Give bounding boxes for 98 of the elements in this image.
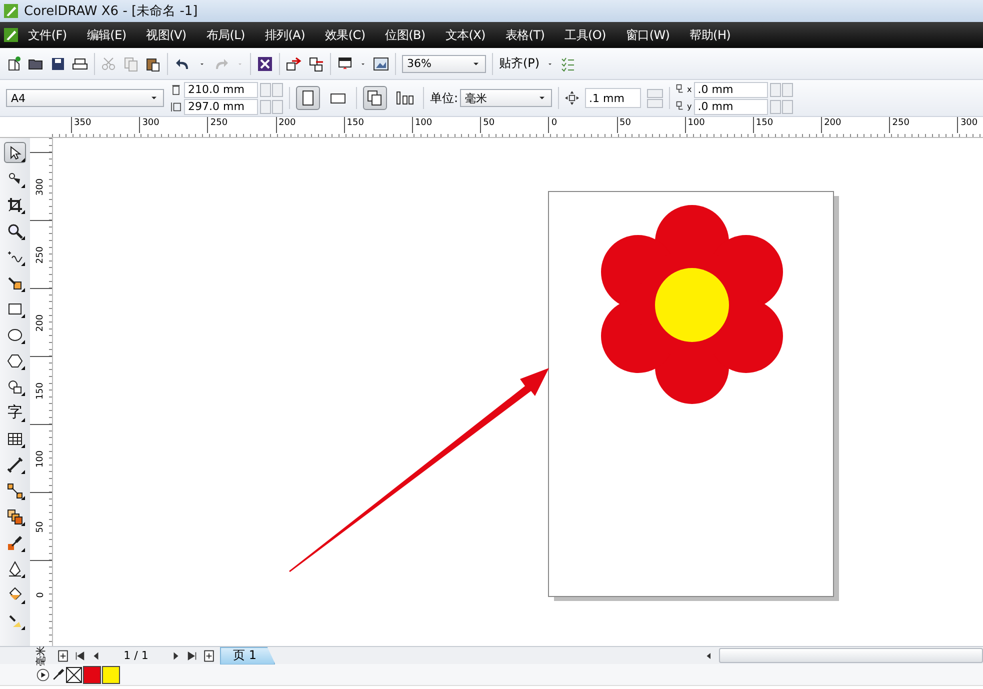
page-height-icon[interactable] xyxy=(170,100,182,114)
ruler-label: 50 xyxy=(36,520,46,532)
stacked-pages-icon xyxy=(367,90,383,106)
table-tool-icon xyxy=(7,430,23,446)
print-icon[interactable] xyxy=(72,56,88,72)
window-title: CorelDRAW X6 - [未命名 -1] xyxy=(24,3,198,20)
blend-tool-icon xyxy=(7,508,23,524)
eyedropper-tool-icon xyxy=(7,534,23,550)
menu-item[interactable]: 效果(C) xyxy=(314,26,376,44)
ruler-label: 200 xyxy=(36,314,46,332)
ruler-label: 250 xyxy=(889,117,958,133)
palette-menu-icon[interactable] xyxy=(36,668,50,682)
display-icon[interactable] xyxy=(337,56,353,72)
menu-item[interactable]: 位图(B) xyxy=(375,26,436,44)
smart-tool-icon xyxy=(7,274,23,290)
add-page-icon[interactable] xyxy=(56,648,70,662)
ruler-label: 200 xyxy=(821,117,890,133)
axis-label: x xyxy=(687,85,692,94)
menu-item[interactable]: 窗口(W) xyxy=(616,26,680,44)
nudge-icon[interactable] xyxy=(565,91,580,105)
page-height-field[interactable]: 297.0 mm xyxy=(184,98,258,114)
snap-to-menu[interactable]: 贴齐(P) xyxy=(499,55,540,72)
page-counter: 1 / 1 xyxy=(122,649,150,662)
page-width-icon[interactable] xyxy=(170,82,182,96)
all-pages-button[interactable] xyxy=(363,86,387,110)
eyedropper-icon[interactable] xyxy=(51,668,65,682)
fill-tool-icon xyxy=(7,586,23,602)
zoom-tool-icon xyxy=(7,222,23,238)
zoom-level-dropdown[interactable]: 36% xyxy=(402,54,486,72)
menu-item[interactable]: 表格(T) xyxy=(495,26,555,44)
save-icon[interactable] xyxy=(50,56,66,72)
ruler-label: 50 xyxy=(480,117,548,133)
menu-item[interactable]: 布局(L) xyxy=(196,26,255,44)
ruler-label: 150 xyxy=(36,382,46,400)
ruler-label: 0 xyxy=(548,117,616,133)
ruler-label: 350 xyxy=(71,117,140,133)
basic-tool-icon xyxy=(7,378,23,394)
ruler-label: 300 xyxy=(957,117,983,133)
app-logo-icon[interactable] xyxy=(4,28,18,42)
paste-icon[interactable] xyxy=(145,56,161,72)
unit-dropdown[interactable]: 毫米 xyxy=(460,89,552,107)
outline-tool-icon xyxy=(7,560,23,576)
options-list-icon[interactable] xyxy=(560,56,576,72)
portrait-page-icon xyxy=(302,90,314,106)
menu-item[interactable]: 帮助(H) xyxy=(680,26,741,44)
menu-item[interactable]: 工具(O) xyxy=(554,26,616,44)
crop-tool-icon xyxy=(7,196,23,212)
text-tool-button[interactable]: 字 xyxy=(4,402,26,423)
publish-icon[interactable] xyxy=(308,56,324,72)
ruler-label: 300 xyxy=(139,117,208,133)
horizontal-scrollbar[interactable] xyxy=(719,648,983,663)
first-page-icon[interactable] xyxy=(74,650,86,662)
image-icon[interactable] xyxy=(373,56,389,72)
ruler-label: 250 xyxy=(207,117,276,133)
ruler-unit: 毫米 xyxy=(34,644,48,666)
nudge-distance-field[interactable]: .1 mm xyxy=(585,88,642,108)
pick-tool-button[interactable] xyxy=(4,142,26,163)
page-size-dropdown[interactable]: A4 xyxy=(6,89,164,107)
menu-item[interactable]: 文件(F) xyxy=(18,26,77,44)
ruler-label: 300 xyxy=(36,178,46,196)
unit-label: 单位: xyxy=(430,90,458,106)
ruler-label: 250 xyxy=(36,246,46,264)
new-document-icon[interactable] xyxy=(6,56,22,72)
menu-item[interactable]: 编辑(E) xyxy=(76,26,136,44)
ruler-label: 150 xyxy=(752,117,822,133)
page-bars-icon xyxy=(396,91,414,105)
rect-tool-icon xyxy=(7,300,23,316)
ruler-label: 150 xyxy=(344,117,412,133)
ruler-label: 200 xyxy=(276,117,344,133)
ruler-label: 100 xyxy=(684,117,753,133)
app-logo-icon xyxy=(4,4,18,18)
add-page-icon[interactable] xyxy=(202,648,216,662)
export-icon[interactable] xyxy=(286,56,302,72)
color-swatch[interactable] xyxy=(83,666,101,684)
page-tab[interactable]: 页 1 xyxy=(220,646,276,664)
menu-item[interactable]: 视图(V) xyxy=(136,26,196,44)
dimension-tool-icon xyxy=(7,456,23,472)
page-width-field[interactable]: 210.0 mm xyxy=(184,82,258,98)
portrait-button[interactable] xyxy=(296,86,320,110)
duplicate-y-field[interactable]: .0 mm xyxy=(694,98,768,114)
curve-tool-icon xyxy=(7,248,23,264)
menu-item[interactable]: 排列(A) xyxy=(254,26,315,44)
connector-tool-icon xyxy=(7,482,23,498)
interactive-tool-icon xyxy=(7,612,23,628)
landscape-page-icon xyxy=(330,92,346,104)
duplicate-x-field[interactable]: .0 mm xyxy=(694,82,768,98)
last-page-icon[interactable] xyxy=(186,650,198,662)
ruler-label: 100 xyxy=(36,450,46,468)
no-color-swatch[interactable] xyxy=(66,666,82,682)
polygon-tool-icon xyxy=(7,352,23,368)
ruler-label: 100 xyxy=(412,117,480,133)
ruler-label: 50 xyxy=(616,117,685,133)
menu-item[interactable]: 文本(X) xyxy=(435,26,496,44)
ellipse-tool-icon xyxy=(7,326,23,342)
shape-tool-icon xyxy=(7,170,23,186)
ruler-label: 0 xyxy=(36,592,46,598)
color-swatch[interactable] xyxy=(102,666,120,684)
axis-label: y xyxy=(687,102,692,111)
